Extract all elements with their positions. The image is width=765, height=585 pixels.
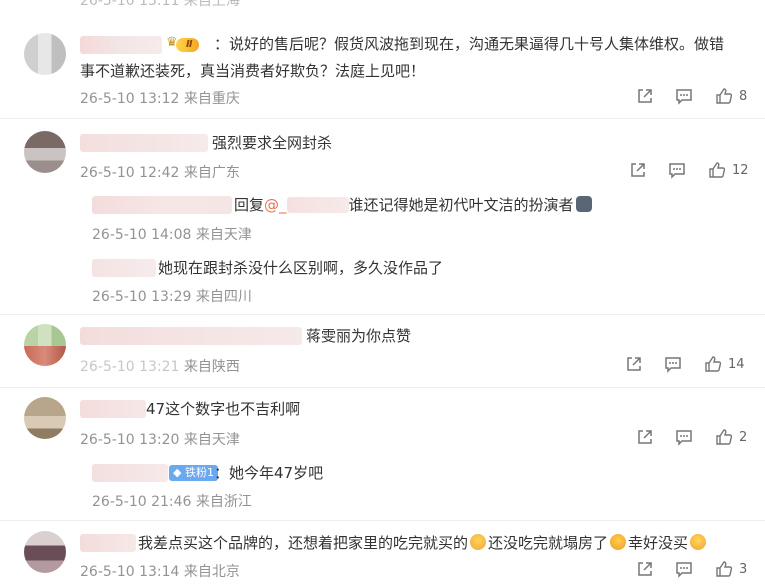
vip-badge: Ⅱ [176, 38, 199, 52]
reply-meta: 26-5-10 14:08 来自天津 [92, 224, 252, 244]
comment-icon[interactable] [662, 353, 684, 375]
divider [0, 314, 765, 315]
sad-face-emoji-icon [610, 534, 627, 550]
reply-date: 26-5-10 21:46 [92, 494, 192, 510]
comment-location: 来自陕西 [183, 359, 240, 375]
username-blurred[interactable] [80, 134, 208, 152]
comment-actions: 2 [634, 426, 747, 448]
comment-meta: 26-5-10 13:20 来自天津 [80, 429, 240, 449]
reply-body: 谁还记得她是初代叶文洁的扮演者 [348, 196, 574, 214]
sad-emoji-icon [470, 534, 487, 550]
mention-blurred[interactable] [286, 197, 349, 213]
reply-prefix: 回复 [234, 196, 265, 214]
username-blurred[interactable] [80, 36, 162, 54]
reply-text: ：她今年47岁吧 [214, 464, 324, 482]
comment-date: 26-5-10 13:12 [80, 91, 180, 107]
comment-icon[interactable] [673, 426, 695, 448]
like-count: 3 [739, 561, 748, 577]
avatar[interactable] [24, 33, 66, 75]
avatar[interactable] [24, 397, 66, 439]
reply-meta: 26-5-10 13:29 来自四川 [92, 286, 252, 306]
avatar[interactable] [24, 324, 66, 366]
divider [0, 520, 765, 521]
comment-text: ：说好的售后呢？假货风波拖到现在，沟通无果逼得几十号人集体维权。做错 [214, 35, 725, 53]
divider [0, 118, 765, 119]
fan-badge: ◆ 铁粉1 [169, 465, 218, 481]
comment-icon[interactable] [666, 159, 688, 181]
like-count: 12 [732, 162, 749, 178]
comment-location: 来自广东 [183, 165, 240, 181]
comment-text: 强烈要求全网封杀 [212, 134, 333, 152]
comment-meta: 26-5-10 13:21 来自陕西 [80, 356, 240, 376]
comment-text-line2: 事不道歉还装死，真当消费者好欺负？法庭上见吧！ [80, 62, 426, 80]
reply-text: 回复@_ 谁还记得她是初代叶文洁的扮演者 [234, 193, 592, 217]
comment-meta: 26-5-10 13:12 来自重庆 [80, 88, 240, 108]
cut-off-meta: 26-5-10 13:11 来自上海 [80, 0, 240, 9]
comment-text: 我差点买这个品牌的，还想着把家里的吃完就买的 还没吃完就塌房了 幸好没买 [138, 531, 708, 555]
share-icon[interactable] [634, 558, 656, 580]
comment-date: 26-5-10 13:21 [80, 359, 180, 375]
comment-text-part2: 还没吃完就塌房了 [488, 534, 609, 552]
reply-mention[interactable]: @_ [264, 196, 287, 214]
avatar[interactable] [24, 131, 66, 173]
comment-date: 26-5-10 13:14 [80, 564, 180, 580]
reply-date: 26-5-10 13:29 [92, 289, 192, 305]
comment-meta: 26-5-10 12:42 来自广东 [80, 162, 240, 182]
thumbs-up-icon[interactable] [713, 85, 735, 107]
comment-date: 26-5-10 12:42 [80, 165, 180, 181]
reply-location: 来自浙江 [195, 494, 252, 510]
like-count: 14 [728, 356, 745, 372]
username-blurred[interactable] [80, 534, 136, 552]
comment-text-part1: 我差点买这个品牌的，还想着把家里的吃完就买的 [138, 534, 469, 552]
comment-actions: 3 [634, 558, 747, 580]
comment-location: 来自重庆 [183, 91, 240, 107]
comment-icon[interactable] [673, 558, 695, 580]
username-blurred[interactable] [80, 327, 302, 345]
share-icon[interactable] [634, 426, 656, 448]
reply-location: 来自天津 [195, 227, 252, 243]
divider [0, 387, 765, 388]
thumbs-up-icon[interactable] [713, 558, 735, 580]
thumbs-up-icon[interactable] [702, 353, 724, 375]
reply-username-blurred[interactable] [92, 464, 168, 482]
comment-text-part3: 幸好没买 [628, 534, 689, 552]
reply-date: 26-5-10 14:08 [92, 227, 192, 243]
share-icon[interactable] [623, 353, 645, 375]
comment-actions: 14 [623, 353, 745, 375]
comment-actions: 12 [627, 159, 749, 181]
thumbs-up-icon[interactable] [713, 426, 735, 448]
comment-location: 来自天津 [183, 432, 240, 448]
comment-meta: 26-5-10 13:14 来自北京 [80, 561, 240, 581]
share-icon[interactable] [627, 159, 649, 181]
like-count: 8 [739, 88, 748, 104]
comment-icon[interactable] [673, 85, 695, 107]
like-count: 2 [739, 429, 748, 445]
comment-text: 47这个数字也不吉利啊 [146, 400, 301, 418]
diamond-icon: ◆ [173, 466, 182, 479]
fan-badge-label: 铁粉1 [184, 466, 214, 479]
laughing-emoji-icon [690, 534, 707, 550]
reply-username-blurred[interactable] [92, 259, 156, 277]
comment-location: 来自北京 [183, 564, 240, 580]
reply-meta: 26-5-10 21:46 来自浙江 [92, 491, 252, 511]
reply-username-blurred[interactable] [92, 196, 232, 214]
comment-text: 蒋雯丽为你点赞 [306, 327, 412, 345]
thumbs-up-icon[interactable] [706, 159, 728, 181]
reply-text: 她现在跟封杀没什么区别啊，多久没作品了 [158, 259, 444, 277]
comment-actions: 8 [634, 85, 747, 107]
avatar[interactable] [24, 531, 66, 573]
username-blurred[interactable] [80, 400, 146, 418]
reply-location: 来自四川 [195, 289, 252, 305]
wolf-emoji-icon [575, 196, 592, 212]
share-icon[interactable] [634, 85, 656, 107]
comment-date: 26-5-10 13:20 [80, 432, 180, 448]
